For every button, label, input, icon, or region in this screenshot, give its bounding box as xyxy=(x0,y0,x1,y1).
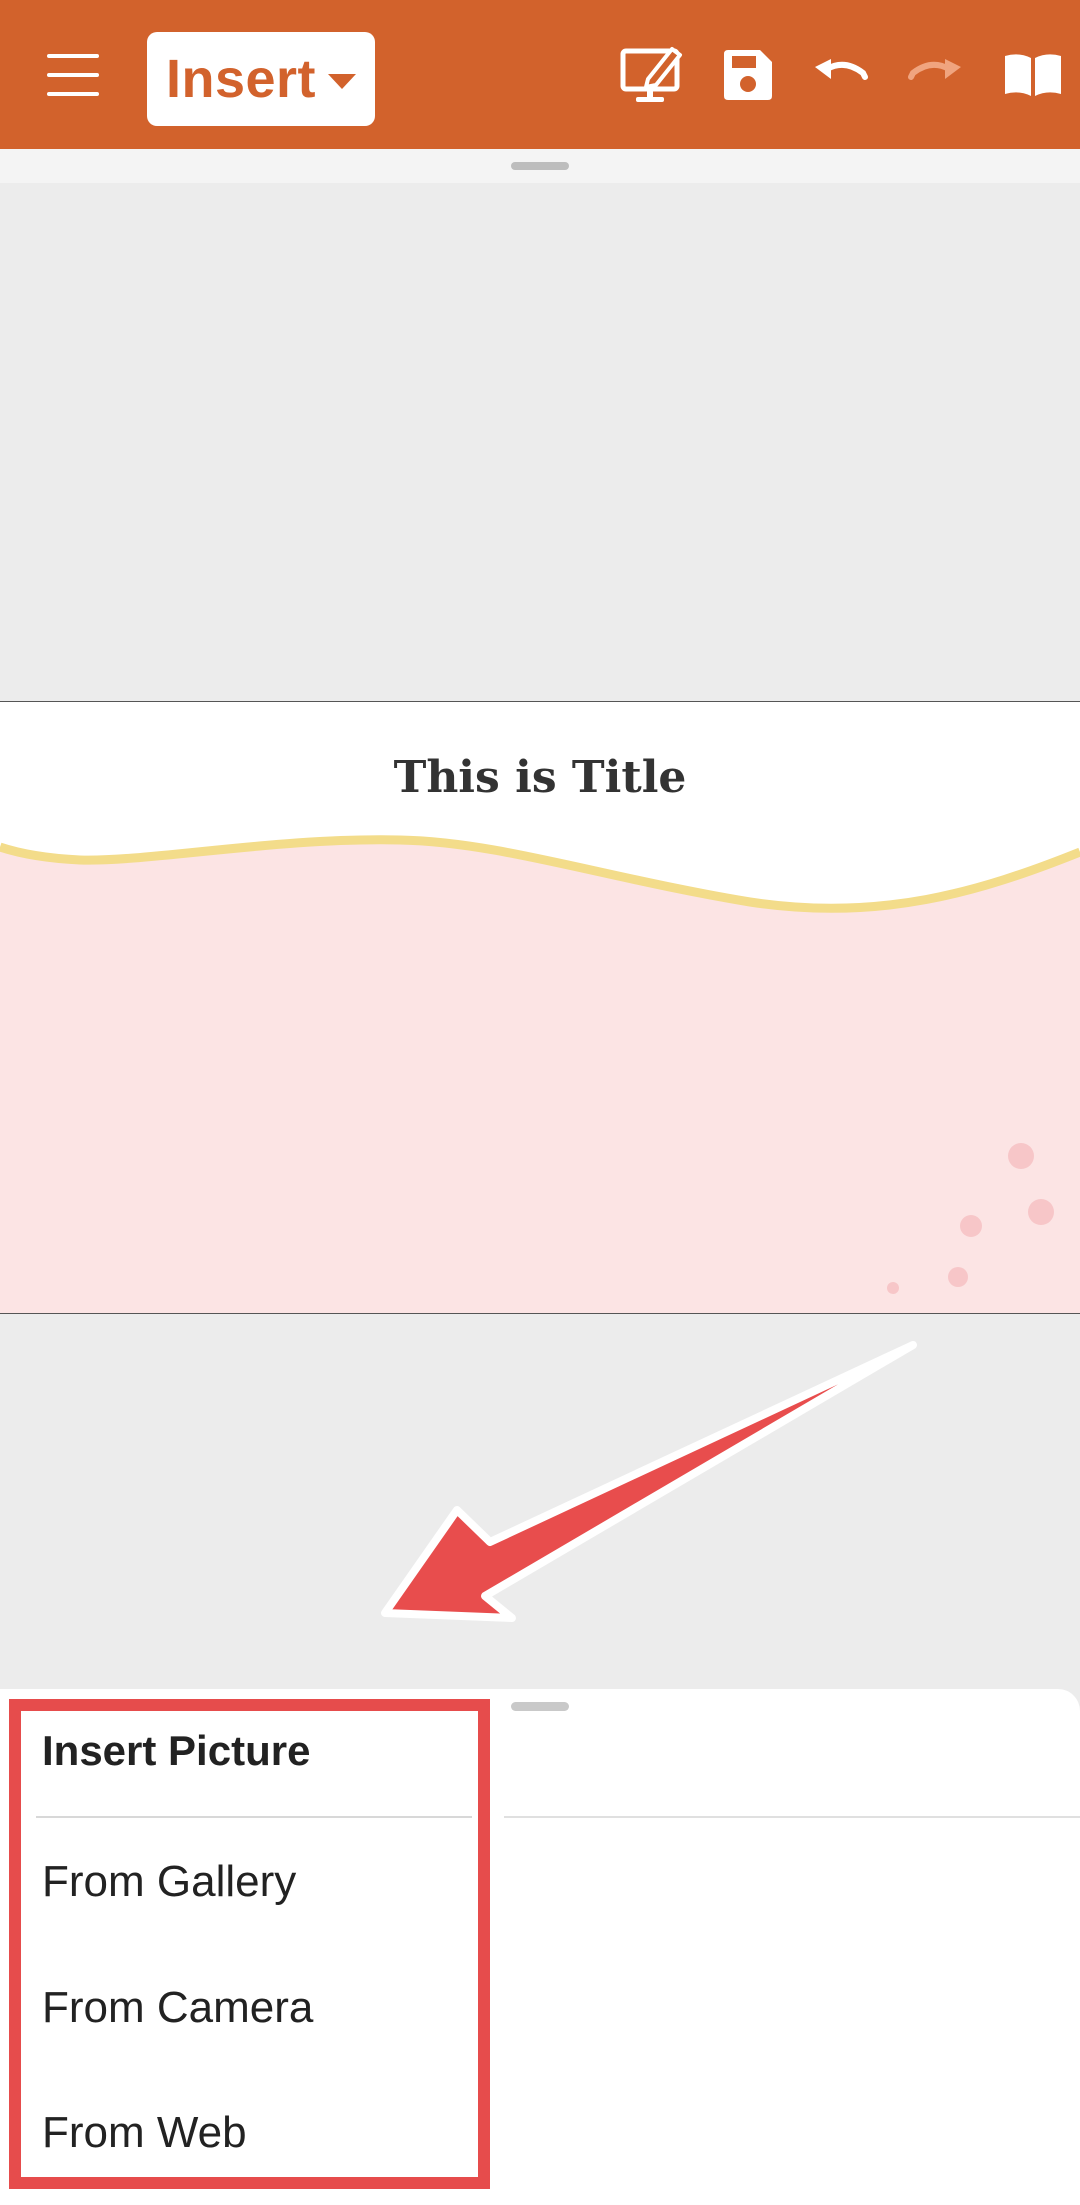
from-web-option[interactable]: From Web xyxy=(42,2108,247,2158)
hamburger-menu-icon[interactable] xyxy=(28,30,118,120)
top-toolbar: Insert xyxy=(0,0,1080,149)
slide-title[interactable]: This is Title xyxy=(0,752,1080,803)
insert-label: Insert xyxy=(165,49,317,109)
present-icon[interactable] xyxy=(608,30,698,120)
menu-title: Insert Picture xyxy=(42,1727,311,1774)
annotation-arrow-icon xyxy=(381,1341,917,1622)
panel-drag-strip xyxy=(0,149,1080,183)
decoration-dot xyxy=(1028,1199,1054,1225)
menu-divider xyxy=(36,1816,472,1818)
from-gallery-option[interactable]: From Gallery xyxy=(42,1857,296,1907)
decoration-dot xyxy=(960,1215,982,1237)
undo-icon[interactable] xyxy=(796,30,886,120)
caret-down-icon xyxy=(328,73,357,89)
decoration-dot xyxy=(887,1282,899,1294)
decoration-dot xyxy=(1008,1143,1034,1169)
read-mode-icon[interactable] xyxy=(988,30,1078,120)
redo-icon[interactable] xyxy=(890,30,980,120)
drag-handle[interactable] xyxy=(511,162,569,170)
decoration-dot xyxy=(948,1267,968,1287)
save-icon[interactable] xyxy=(702,30,792,120)
from-camera-option[interactable]: From Camera xyxy=(42,1983,313,2033)
slide-canvas[interactable]: This is Title xyxy=(0,701,1080,1314)
insert-dropdown-button[interactable]: Insert xyxy=(147,32,375,126)
sheet-drag-handle[interactable] xyxy=(511,1702,569,1711)
